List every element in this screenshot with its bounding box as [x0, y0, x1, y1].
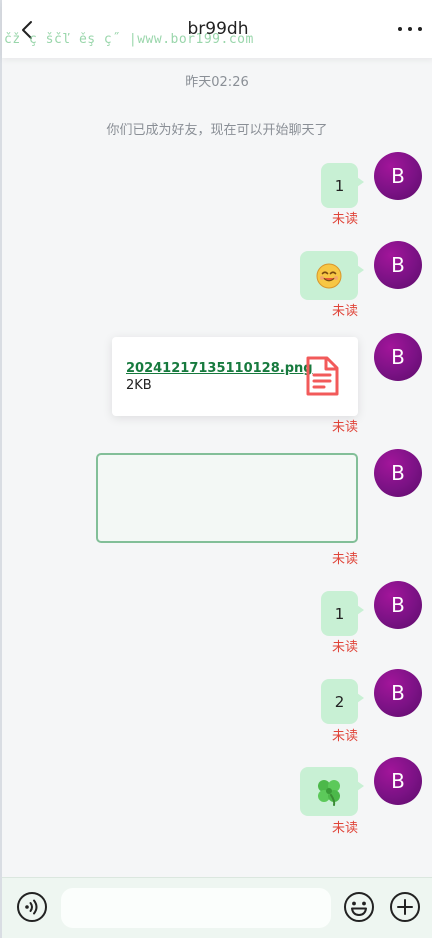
message-bubble[interactable]: 1	[321, 163, 364, 208]
more-options-button[interactable]	[398, 22, 422, 36]
message-bubble[interactable]	[300, 251, 364, 300]
page-title: br99dh	[187, 19, 249, 39]
unread-label: 未读	[331, 552, 358, 567]
dot-icon	[418, 27, 422, 31]
voice-icon	[17, 892, 47, 922]
message-bubble[interactable]: 1	[321, 591, 364, 636]
unread-label: 未读	[331, 304, 358, 319]
voice-button[interactable]	[16, 891, 48, 923]
document-icon	[306, 356, 339, 396]
smiley-emoji-icon	[316, 263, 342, 288]
avatar[interactable]: B	[374, 449, 422, 497]
unread-label: 未读	[331, 729, 358, 744]
smiley-icon	[344, 892, 374, 922]
dot-icon	[408, 27, 412, 31]
file-size: 2KB	[126, 378, 152, 393]
chat-header: čž ç ščľ ěş ç˝ |www.bor199.com br99dh	[2, 0, 432, 58]
chat-screen: čž ç ščľ ěş ç˝ |www.bor199.com br99dh 昨天…	[0, 0, 432, 938]
plus-circle-icon	[390, 892, 420, 922]
message-bubble[interactable]: 2	[321, 679, 364, 724]
system-message: 你们已成为好友，现在可以开始聊天了	[106, 123, 328, 138]
unread-label: 未读	[331, 640, 358, 655]
avatar[interactable]: B	[374, 333, 422, 381]
file-message-card[interactable]: 20241217135110128.png 2KB	[112, 337, 358, 416]
file-name-link[interactable]: 20241217135110128.png	[126, 361, 313, 376]
message-input[interactable]	[61, 888, 331, 928]
avatar[interactable]: B	[374, 241, 422, 289]
unread-label: 未读	[331, 420, 358, 435]
avatar[interactable]: B	[374, 669, 422, 717]
add-button[interactable]	[389, 891, 421, 923]
unread-label: 未读	[331, 821, 358, 836]
emoji-button[interactable]	[343, 891, 375, 923]
unread-label: 未读	[331, 212, 358, 227]
avatar[interactable]: B	[374, 581, 422, 629]
empty-message-box[interactable]	[96, 453, 358, 543]
avatar[interactable]: B	[374, 152, 422, 200]
dot-icon	[398, 27, 402, 31]
message-input-bar	[2, 877, 432, 938]
timestamp-label: 昨天02:26	[185, 75, 249, 90]
four-leaf-clover-emoji-icon	[318, 779, 340, 806]
avatar[interactable]: B	[374, 757, 422, 805]
message-bubble[interactable]	[300, 767, 364, 816]
